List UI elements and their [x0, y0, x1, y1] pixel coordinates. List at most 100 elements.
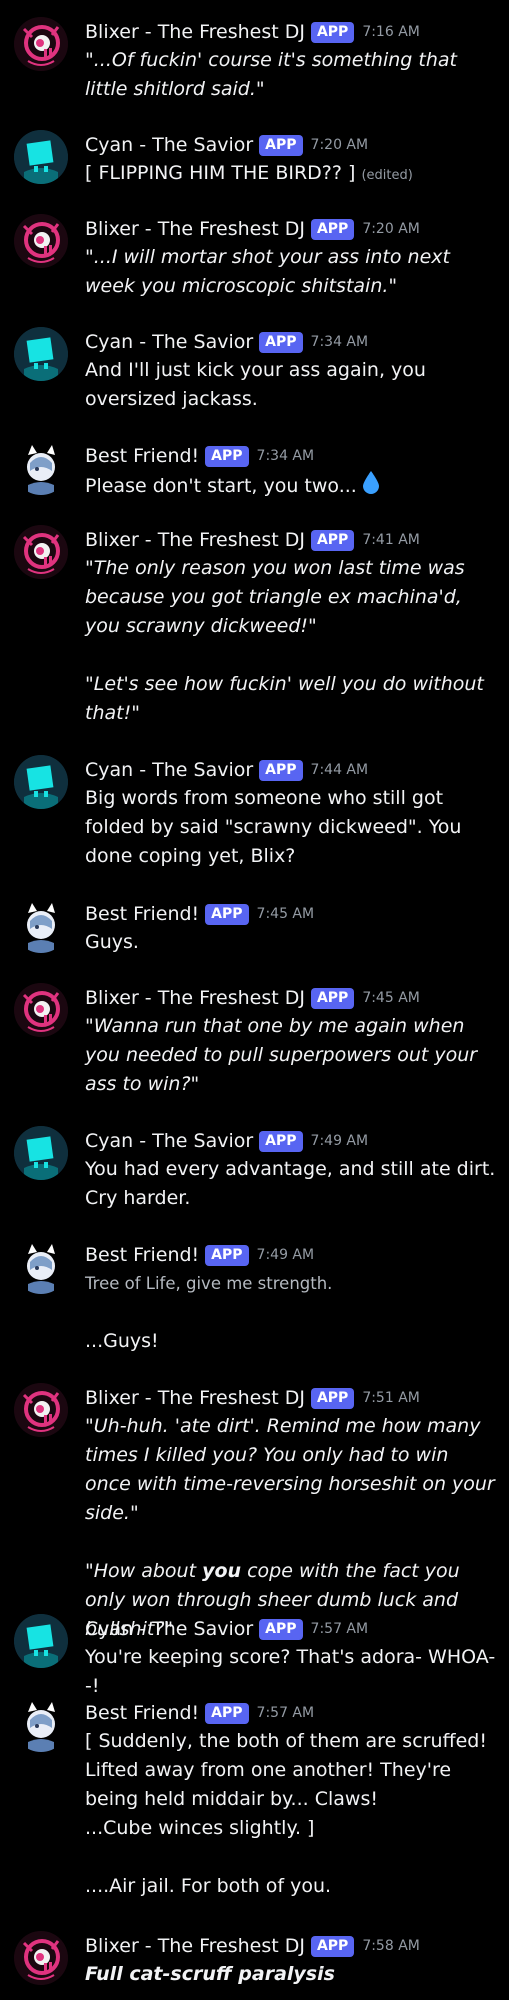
message-header: Blixer - The Freshest DJ APP 7:51 AM	[85, 1383, 420, 1413]
author-name[interactable]: Best Friend!	[85, 903, 199, 925]
blixer-avatar-icon	[14, 214, 68, 268]
edited-label: (edited)	[361, 168, 413, 183]
timestamp[interactable]: 7:58 AM	[362, 1938, 420, 1954]
timestamp[interactable]: 7:20 AM	[362, 221, 420, 237]
blixer-avatar-icon	[14, 983, 68, 1037]
message-text: Please don't start, you two...	[85, 475, 357, 497]
author-name[interactable]: Best Friend!	[85, 1244, 199, 1266]
author-name[interactable]: Cyan - The Savior	[85, 1618, 253, 1640]
message-body: "...I will mortar shot your ass into nex…	[85, 243, 500, 301]
avatar[interactable]	[14, 525, 68, 579]
cyan-avatar-icon	[14, 1126, 68, 1180]
app-badge: APP	[310, 1387, 355, 1409]
author-name[interactable]: Blixer - The Freshest DJ	[85, 218, 305, 240]
avatar[interactable]	[14, 1614, 68, 1668]
app-badge: APP	[205, 1244, 249, 1266]
message-text: Big words from someone who still got fol…	[85, 787, 462, 867]
message-header: Blixer - The Freshest DJ APP 7:16 AM	[85, 17, 420, 47]
avatar[interactable]	[14, 1383, 68, 1437]
message-text: "...I will mortar shot your ass into nex…	[85, 246, 450, 297]
author-name[interactable]: Blixer - The Freshest DJ	[85, 987, 305, 1009]
message-text: "Uh-huh. 'ate dirt'. Remind me how many …	[85, 1415, 495, 1524]
message-header: Cyan - The Savior APP 7:49 AM	[85, 1126, 368, 1156]
message-text: ...Guys!	[85, 1330, 159, 1352]
author-name[interactable]: Best Friend!	[85, 1702, 199, 1724]
message-header: Blixer - The Freshest DJ APP 7:45 AM	[85, 983, 420, 1013]
message-body: You had every advantage, and still ate d…	[85, 1155, 500, 1213]
avatar[interactable]	[14, 755, 68, 809]
avatar[interactable]	[14, 1240, 68, 1294]
timestamp[interactable]: 7:41 AM	[362, 532, 420, 548]
message-header: Best Friend! APP 7:34 AM	[85, 441, 314, 471]
message-body: Guys.	[85, 928, 500, 957]
message-header: Blixer - The Freshest DJ APP 7:58 AM	[85, 1931, 420, 1961]
avatar[interactable]	[14, 17, 68, 71]
message-body: Big words from someone who still got fol…	[85, 784, 500, 871]
author-name[interactable]: Cyan - The Savior	[85, 331, 253, 353]
avatar[interactable]	[14, 899, 68, 953]
message-text: [ FLIPPING HIM THE BIRD?? ]	[85, 162, 356, 184]
message-text: "Let's see how fuckin' well you do witho…	[85, 673, 484, 724]
timestamp[interactable]: 7:34 AM	[311, 334, 369, 350]
avatar[interactable]	[14, 214, 68, 268]
avatar[interactable]	[14, 327, 68, 381]
app-badge: APP	[259, 134, 303, 156]
message-header: Best Friend! APP 7:57 AM	[85, 1698, 314, 1728]
author-name[interactable]: Cyan - The Savior	[85, 134, 253, 156]
app-badge: APP	[205, 903, 249, 925]
app-badge: APP	[310, 21, 355, 43]
timestamp[interactable]: 7:49 AM	[257, 1247, 315, 1263]
message-header: Cyan - The Savior APP 7:44 AM	[85, 755, 368, 785]
blixer-avatar-icon	[14, 525, 68, 579]
app-badge: APP	[205, 445, 249, 467]
message-text: You had every advantage, and still ate d…	[85, 1158, 496, 1209]
timestamp[interactable]: 7:16 AM	[362, 24, 420, 40]
timestamp[interactable]: 7:45 AM	[362, 990, 420, 1006]
timestamp[interactable]: 7:57 AM	[311, 1621, 369, 1637]
author-name[interactable]: Blixer - The Freshest DJ	[85, 1387, 305, 1409]
message-body: Full cat-scruff paralysis	[85, 1960, 500, 1989]
timestamp[interactable]: 7:49 AM	[311, 1133, 369, 1149]
blixer-avatar-icon	[14, 17, 68, 71]
message-text: [ Suddenly, the both of them are scruffe…	[85, 1730, 487, 1810]
message-body: [ FLIPPING HIM THE BIRD?? ] (edited)	[85, 159, 500, 190]
message-text: "Wanna run that one by me again when you…	[85, 1015, 478, 1095]
timestamp[interactable]: 7:51 AM	[362, 1390, 420, 1406]
cyan-avatar-icon	[14, 1614, 68, 1668]
timestamp[interactable]: 7:45 AM	[257, 906, 315, 922]
author-name[interactable]: Best Friend!	[85, 445, 199, 467]
avatar[interactable]	[14, 130, 68, 184]
message-body: You're keeping score? That's adora- WHOA…	[85, 1643, 500, 1701]
blixer-avatar-icon	[14, 1931, 68, 1985]
droplet-icon	[361, 470, 381, 503]
message-header: Best Friend! APP 7:45 AM	[85, 899, 314, 929]
message-header: Cyan - The Savior APP 7:20 AM	[85, 130, 368, 160]
timestamp[interactable]: 7:34 AM	[257, 448, 315, 464]
avatar[interactable]	[14, 1931, 68, 1985]
avatar[interactable]	[14, 1126, 68, 1180]
app-badge: APP	[259, 759, 303, 781]
cyan-avatar-icon	[14, 327, 68, 381]
timestamp[interactable]: 7:44 AM	[311, 762, 369, 778]
message-text: Full cat-scruff paralysis	[85, 1963, 335, 1985]
author-name[interactable]: Cyan - The Savior	[85, 1130, 253, 1152]
message-body: "The only reason you won last time was b…	[85, 554, 500, 728]
author-name[interactable]: Cyan - The Savior	[85, 759, 253, 781]
timestamp[interactable]: 7:57 AM	[257, 1705, 315, 1721]
avatar[interactable]	[14, 983, 68, 1037]
author-name[interactable]: Blixer - The Freshest DJ	[85, 1935, 305, 1957]
timestamp[interactable]: 7:20 AM	[311, 137, 369, 153]
message-body: Please don't start, you two...	[85, 470, 500, 503]
cat-avatar-icon	[14, 1698, 68, 1752]
message-header: Cyan - The Savior APP 7:57 AM	[85, 1614, 368, 1644]
avatar[interactable]	[14, 1698, 68, 1752]
author-name[interactable]: Blixer - The Freshest DJ	[85, 529, 305, 551]
author-name[interactable]: Blixer - The Freshest DJ	[85, 21, 305, 43]
app-badge: APP	[310, 987, 355, 1009]
message-text: Tree of Life, give me strength.	[85, 1274, 333, 1293]
app-badge: APP	[205, 1702, 249, 1724]
avatar[interactable]	[14, 441, 68, 495]
message-body: "...Of fuckin' course it's something tha…	[85, 46, 500, 104]
message-text: You're keeping score? That's adora- WHOA…	[85, 1646, 496, 1697]
message-text: And I'll just kick your ass again, you o…	[85, 359, 426, 410]
